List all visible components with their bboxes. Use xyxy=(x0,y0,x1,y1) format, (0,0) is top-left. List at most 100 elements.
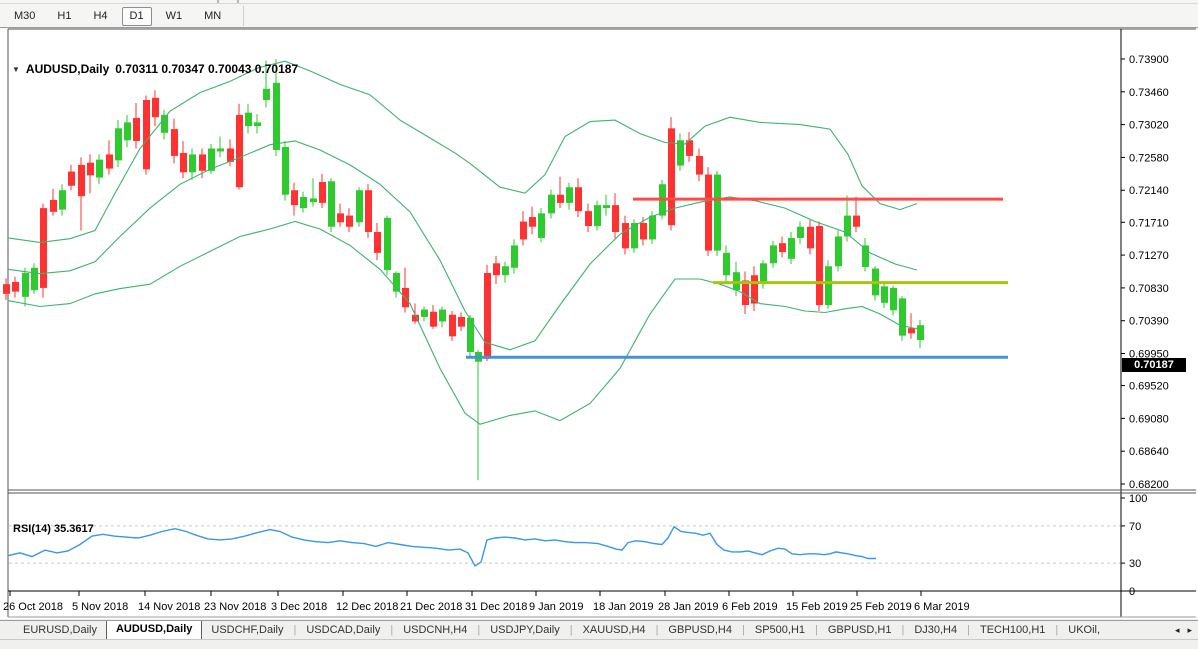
rsi-pane: 10070300 xyxy=(8,493,1147,598)
date-axis-label: 23 Nov 2018 xyxy=(204,601,266,613)
tab-usdchf-daily[interactable]: USDCHF,Daily xyxy=(202,622,292,639)
tab-sp500-h1[interactable]: SP500,H1 xyxy=(746,622,814,639)
candle-body-down xyxy=(529,217,536,227)
candle-body-up xyxy=(594,205,601,226)
candle-body-up xyxy=(825,266,832,305)
candle-body-down xyxy=(779,243,786,252)
date-axis-label: 18 Jan 2019 xyxy=(593,601,654,613)
candle-body-down xyxy=(575,187,582,211)
price-axis-label: 0.68200 xyxy=(1129,479,1169,491)
tab-audusd-daily[interactable]: AUDUSD,Daily xyxy=(106,620,202,639)
candle-body-down xyxy=(696,156,703,175)
candle-body-down xyxy=(180,153,187,172)
tab-tech100-h1[interactable]: TECH100,H1 xyxy=(971,622,1054,639)
candle-body-up xyxy=(31,268,38,290)
rsi-axis-label: 70 xyxy=(1129,521,1141,533)
candle-body-up xyxy=(59,190,66,209)
price-axis-label: 0.70390 xyxy=(1129,316,1169,328)
price-axis-label: 0.69080 xyxy=(1129,413,1169,425)
date-axis-label: 25 Feb 2019 xyxy=(850,601,912,613)
date-axis-label: 3 Dec 2018 xyxy=(271,601,327,613)
rsi-indicator-label: RSI(14) 35.3617 xyxy=(13,523,94,535)
candle-body-up xyxy=(788,238,795,259)
candle-body-up xyxy=(538,213,545,238)
tab-ukoil[interactable]: UKOil, xyxy=(1059,622,1109,639)
tab-eurusd-daily[interactable]: EURUSD,Daily xyxy=(14,622,106,639)
candle-body-down xyxy=(50,200,57,212)
candle-body-down xyxy=(640,223,647,239)
rsi-axis-label: 100 xyxy=(1129,493,1147,505)
candle-body-down xyxy=(12,282,19,292)
scroll-right-icon[interactable]: ▸ xyxy=(1187,625,1192,636)
chart-title: ▼ AUDUSD,Daily 0.70311 0.70347 0.70043 0… xyxy=(12,62,298,76)
chevron-down-icon[interactable]: ▼ xyxy=(12,65,20,74)
candle-body-up xyxy=(189,154,196,172)
candle-body-down xyxy=(585,211,592,226)
date-axis-label: 9 Jan 2019 xyxy=(529,601,583,613)
date-axis-label: 31 Dec 2018 xyxy=(465,601,527,613)
candle-body-down xyxy=(236,115,243,187)
price-axis-label: 0.73460 xyxy=(1129,87,1169,99)
date-axis-label: 5 Nov 2018 xyxy=(72,601,128,613)
candle-body-up xyxy=(881,286,888,302)
date-axis-label: 6 Mar 2019 xyxy=(914,601,970,613)
candle-body-up xyxy=(797,227,804,238)
candle-body-down xyxy=(40,208,47,288)
candle-body-down xyxy=(365,190,372,232)
price-axis-label: 0.73900 xyxy=(1129,54,1169,66)
candle-body-down xyxy=(449,315,456,337)
candle-body-down xyxy=(557,195,564,203)
candle-body-up xyxy=(439,310,446,322)
candle-body-up xyxy=(835,236,842,266)
candle-body-up xyxy=(263,89,270,100)
candle-body-down xyxy=(87,163,94,176)
candle-body-up xyxy=(356,190,363,222)
price-axis-label: 0.71270 xyxy=(1129,250,1169,262)
candle-body-down xyxy=(346,216,353,227)
symbol-tabs-bar: EURUSD,DailyAUDUSD,DailyUSDCHF,Daily|USD… xyxy=(0,620,1198,639)
candle-body-up xyxy=(723,253,730,275)
candle-body-up xyxy=(890,288,897,310)
candle-body-down xyxy=(458,317,465,327)
tab-gbpusd-h4[interactable]: GBPUSD,H4 xyxy=(659,622,741,639)
candle-body-up xyxy=(511,245,518,267)
current-price-badge: 0.70187 xyxy=(1122,358,1186,372)
candle-body-up xyxy=(328,181,335,226)
candle-body-up xyxy=(124,122,131,140)
candle-body-down xyxy=(319,182,326,203)
status-strip xyxy=(0,639,1198,649)
candle-body-down xyxy=(374,232,381,253)
scroll-left-icon[interactable]: ◂ xyxy=(1175,625,1180,636)
candle-body-down xyxy=(622,223,629,248)
tab-usdjpy-daily[interactable]: USDJPY,Daily xyxy=(481,622,569,639)
candle-body-up xyxy=(96,160,103,178)
price-axis[interactable]: 0.739000.734600.730200.725800.721400.717… xyxy=(1121,54,1169,491)
price-axis-label: 0.73020 xyxy=(1129,120,1169,132)
date-axis[interactable]: 26 Oct 20185 Nov 201814 Nov 201823 Nov 2… xyxy=(3,591,970,613)
candle-body-up xyxy=(282,147,289,195)
tab-usdcad-daily[interactable]: USDCAD,Daily xyxy=(297,622,389,639)
candle-body-down xyxy=(430,312,437,327)
candle-body-down xyxy=(612,205,619,232)
candle-body-up xyxy=(714,175,721,251)
tab-dj30-h4[interactable]: DJ30,H4 xyxy=(905,622,966,639)
date-axis-label: 14 Nov 2018 xyxy=(138,601,200,613)
date-axis-label: 6 Feb 2019 xyxy=(722,601,778,613)
candle-body-down xyxy=(816,226,823,305)
candle-body-down xyxy=(853,216,860,227)
candle-body-down xyxy=(152,98,159,117)
tab-gbpusd-h1[interactable]: GBPUSD,H1 xyxy=(819,622,901,639)
candle-body-down xyxy=(493,263,500,275)
tab-usdcnh-h4[interactable]: USDCNH,H4 xyxy=(394,622,476,639)
date-axis-label: 15 Feb 2019 xyxy=(786,601,848,613)
chart-canvas[interactable]: 0.739000.734600.730200.725800.721400.717… xyxy=(0,0,1198,649)
candle-body-up xyxy=(310,198,317,202)
tab-xauusd-h4[interactable]: XAUUSD,H4 xyxy=(574,622,655,639)
candle-body-down xyxy=(199,154,206,170)
candle-body-up xyxy=(245,113,252,126)
candle-body-down xyxy=(78,165,85,196)
date-axis-label: 28 Jan 2019 xyxy=(658,601,719,613)
rsi-axis-label: 0 xyxy=(1129,586,1135,598)
candle-body-up xyxy=(217,148,224,151)
candle-body-up xyxy=(566,187,573,203)
